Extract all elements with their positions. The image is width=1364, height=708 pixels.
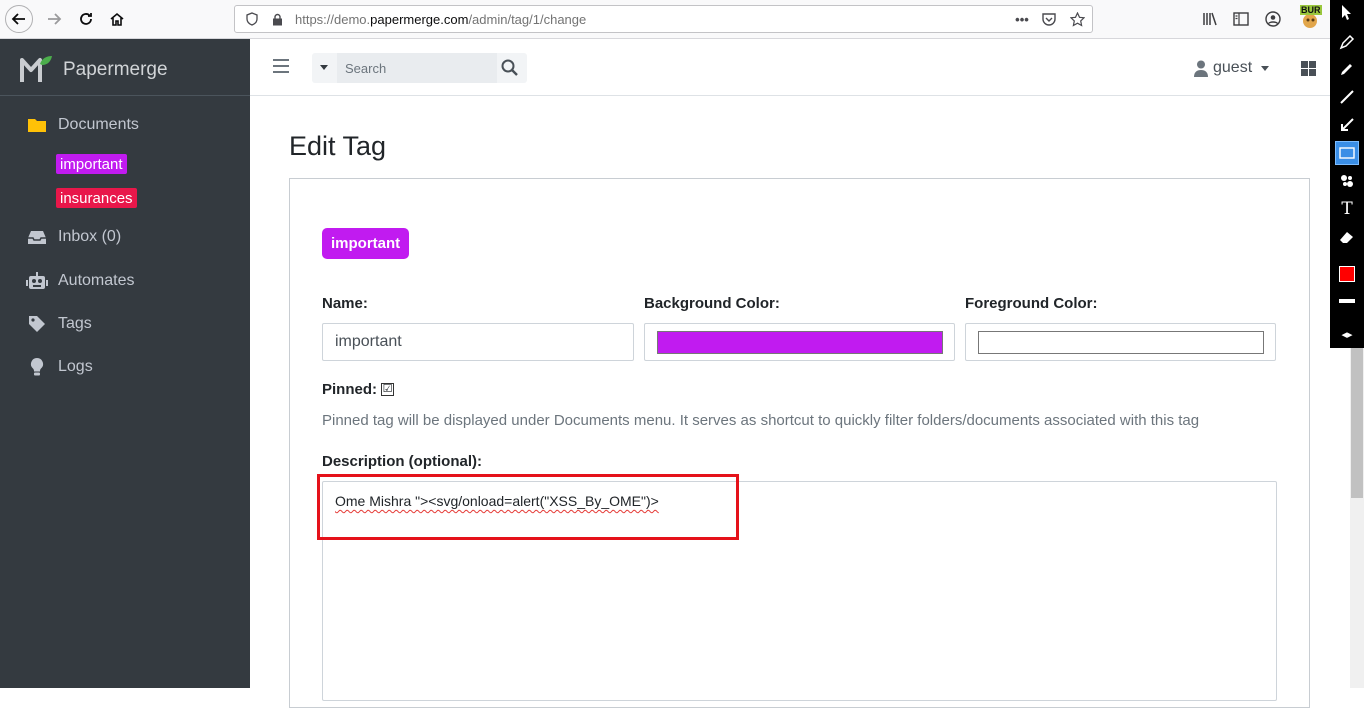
username: guest (1213, 59, 1253, 76)
search-box (312, 53, 527, 83)
sidebar-tag-insurances[interactable]: insurances (56, 188, 137, 208)
library-icon[interactable] (1199, 8, 1221, 30)
name-field[interactable] (322, 323, 634, 361)
arrow-right-icon (48, 13, 62, 25)
home-icon (110, 12, 124, 26)
bookmark-star-icon[interactable] (1068, 10, 1086, 28)
home-button[interactable] (103, 5, 131, 33)
apps-grid-icon[interactable] (1301, 61, 1316, 76)
foreground-color-input[interactable] (965, 323, 1276, 361)
arrow-tool-icon[interactable] (1335, 113, 1359, 137)
background-color-input[interactable] (644, 323, 955, 361)
pinned-checkbox[interactable]: ☑ (381, 383, 394, 396)
text-tool-icon[interactable]: T (1335, 197, 1359, 221)
tag-preview-badge: important (322, 228, 410, 259)
more-actions-icon[interactable]: ••• (1013, 10, 1031, 28)
pinned-help-text: Pinned tag will be displayed under Docum… (322, 412, 1200, 429)
rectangle-tool-icon[interactable] (1335, 141, 1359, 165)
stroke-width-icon[interactable] (1335, 289, 1359, 313)
name-label: Name: (322, 295, 368, 312)
extension-badge: BUR (1300, 5, 1322, 15)
pencil-tool-icon[interactable] (1335, 30, 1359, 54)
scrollbar-thumb[interactable] (1351, 348, 1363, 498)
lightbulb-icon (26, 357, 48, 377)
inbox-icon (26, 227, 48, 247)
sidebar-item-automates[interactable]: Automates (0, 263, 250, 299)
color-picker-icon[interactable] (1335, 262, 1359, 286)
sidebar-item-logs[interactable]: Logs (0, 349, 250, 385)
foreground-color-swatch (978, 331, 1264, 354)
folder-icon (26, 115, 48, 135)
cursor-tool-icon[interactable] (1335, 0, 1359, 24)
arrow-left-icon (11, 13, 25, 25)
sidebar-item-label: Automates (58, 272, 135, 289)
description-label: Description (optional): (322, 453, 482, 470)
forward-button[interactable] (40, 5, 68, 33)
sidebar-item-label: Tags (58, 315, 92, 332)
user-icon (1194, 60, 1208, 77)
top-navbar: guest (250, 39, 1330, 96)
url-prefix: https://demo. (295, 12, 371, 27)
tag-icon (26, 314, 48, 334)
sidebar-item-inbox[interactable]: Inbox (0) (0, 219, 250, 255)
sidebar-tag-important[interactable]: important (56, 154, 127, 174)
brand-name: Papermerge (63, 59, 168, 80)
browser-toolbar: https://demo.papermerge.com/admin/tag/1/… (0, 0, 1330, 39)
sidebar-item-label: Inbox (0) (58, 228, 122, 245)
marker-tool-icon[interactable] (1335, 57, 1359, 81)
shield-icon[interactable] (243, 10, 261, 28)
sidebar-icon[interactable] (1230, 8, 1252, 30)
pinned-label: Pinned: (322, 381, 377, 398)
annotation-highlight-rectangle (317, 474, 739, 540)
lock-icon[interactable] (268, 10, 286, 28)
search-filter-dropdown-icon[interactable] (320, 65, 328, 70)
user-menu[interactable]: guest (1194, 57, 1270, 79)
back-button[interactable] (5, 5, 33, 33)
url-domain: papermerge.com (370, 12, 469, 27)
brand[interactable]: Papermerge (0, 39, 250, 96)
search-input[interactable] (337, 53, 497, 83)
expand-toolbar-icon[interactable]: ◂▸ (1335, 322, 1359, 346)
sidebar-item-label: Logs (58, 358, 93, 375)
search-icon[interactable] (500, 58, 520, 78)
robot-icon (26, 271, 48, 291)
blur-tool-icon[interactable] (1335, 169, 1359, 193)
sidebar-item-label: Documents (58, 116, 139, 133)
background-color-swatch (657, 331, 943, 354)
chevron-down-icon (1261, 65, 1270, 71)
papermerge-logo-icon (20, 56, 52, 82)
account-icon[interactable] (1262, 8, 1284, 30)
reload-button[interactable] (72, 5, 100, 33)
url-path: /admin/tag/1/change (468, 12, 587, 27)
url-text[interactable]: https://demo.papermerge.com/admin/tag/1/… (295, 12, 586, 27)
extension-icon[interactable]: BUR (1295, 4, 1325, 32)
background-color-label: Background Color: (644, 295, 780, 312)
foreground-color-label: Foreground Color: (965, 295, 1098, 312)
pocket-icon[interactable] (1040, 10, 1058, 28)
reload-icon (80, 13, 92, 25)
line-tool-icon[interactable] (1335, 85, 1359, 109)
annotation-toolbar: T ◂▸ (1330, 0, 1364, 348)
page-title: Edit Tag (289, 131, 387, 161)
url-bar[interactable]: https://demo.papermerge.com/admin/tag/1/… (234, 5, 1093, 33)
sidebar: Papermerge Documents important insurance… (0, 39, 250, 688)
pinned-row: Pinned: ☑ (322, 381, 394, 398)
hamburger-menu-icon[interactable] (273, 59, 289, 73)
sidebar-item-documents[interactable]: Documents (0, 107, 250, 143)
eraser-tool-icon[interactable] (1335, 225, 1359, 249)
sidebar-item-tags[interactable]: Tags (0, 306, 250, 342)
